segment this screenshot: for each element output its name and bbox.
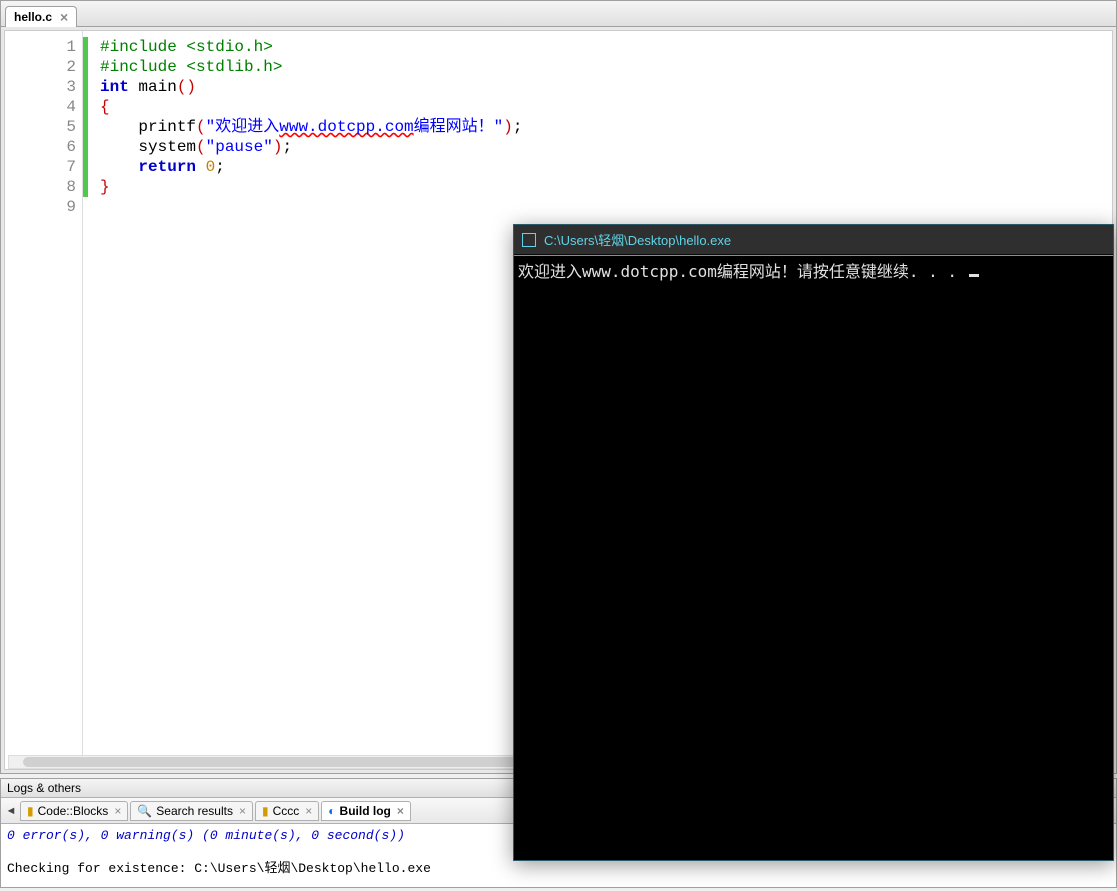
code-line[interactable]: }: [100, 177, 522, 197]
line-number: 6: [5, 137, 76, 157]
line-number: 5: [5, 117, 76, 137]
window-icon: [522, 233, 536, 247]
line-number: 9: [5, 197, 76, 217]
line-number: 4: [5, 97, 76, 117]
log-tab-label: Search results: [156, 804, 233, 818]
code-line[interactable]: #include <stdlib.h>: [100, 57, 522, 77]
code-line[interactable]: int main(): [100, 77, 522, 97]
log-tab-label: Build log: [340, 804, 391, 818]
log-tab-buildlog[interactable]: ◐ Build log ×: [321, 801, 411, 821]
code-line[interactable]: {: [100, 97, 522, 117]
tab-nav-left-icon[interactable]: ◄: [3, 803, 19, 819]
log-tab-label: Code::Blocks: [38, 804, 109, 818]
console-window[interactable]: C:\Users\轻烟\Desktop\hello.exe 欢迎进入www.do…: [513, 224, 1114, 861]
file-tab-label: hello.c: [14, 10, 52, 24]
file-tab-hello-c[interactable]: hello.c ×: [5, 6, 77, 27]
code-line[interactable]: [100, 197, 522, 217]
cursor-icon: [969, 274, 979, 277]
document-icon: ▮: [27, 804, 34, 818]
log-tab-label: Cccc: [273, 804, 300, 818]
document-icon: ▮: [262, 804, 269, 818]
close-icon[interactable]: ×: [114, 804, 121, 818]
line-number: 2: [5, 57, 76, 77]
log-tab-cccc[interactable]: ▮ Cccc ×: [255, 801, 319, 821]
console-title-bar[interactable]: C:\Users\轻烟\Desktop\hello.exe: [514, 225, 1113, 255]
close-icon[interactable]: ×: [60, 9, 68, 25]
line-number: 3: [5, 77, 76, 97]
build-icon: ◐: [328, 804, 335, 818]
close-icon[interactable]: ×: [239, 804, 246, 818]
line-number: 7: [5, 157, 76, 177]
log-tab-search[interactable]: 🔍 Search results ×: [130, 801, 253, 821]
code-line[interactable]: return 0;: [100, 157, 522, 177]
file-tab-bar: hello.c ×: [1, 1, 1116, 27]
log-tab-codeblocks[interactable]: ▮ Code::Blocks ×: [20, 801, 128, 821]
code-line[interactable]: printf("欢迎进入www.dotcpp.com编程网站！");: [100, 117, 522, 137]
console-output-text: 欢迎进入www.dotcpp.com编程网站！请按任意键继续. . .: [518, 262, 967, 281]
console-output[interactable]: 欢迎进入www.dotcpp.com编程网站！请按任意键继续. . .: [514, 255, 1113, 860]
code-line[interactable]: #include <stdio.h>: [100, 37, 522, 57]
close-icon[interactable]: ×: [397, 804, 404, 818]
line-number-gutter: 123456789: [5, 31, 83, 769]
code-content[interactable]: #include <stdio.h>#include <stdlib.h>int…: [88, 31, 522, 769]
search-icon: 🔍: [137, 804, 152, 818]
close-icon[interactable]: ×: [305, 804, 312, 818]
code-line[interactable]: system("pause");: [100, 137, 522, 157]
line-number: 1: [5, 37, 76, 57]
scrollbar-thumb[interactable]: [23, 757, 518, 767]
line-number: 8: [5, 177, 76, 197]
console-title-text: C:\Users\轻烟\Desktop\hello.exe: [544, 230, 731, 249]
